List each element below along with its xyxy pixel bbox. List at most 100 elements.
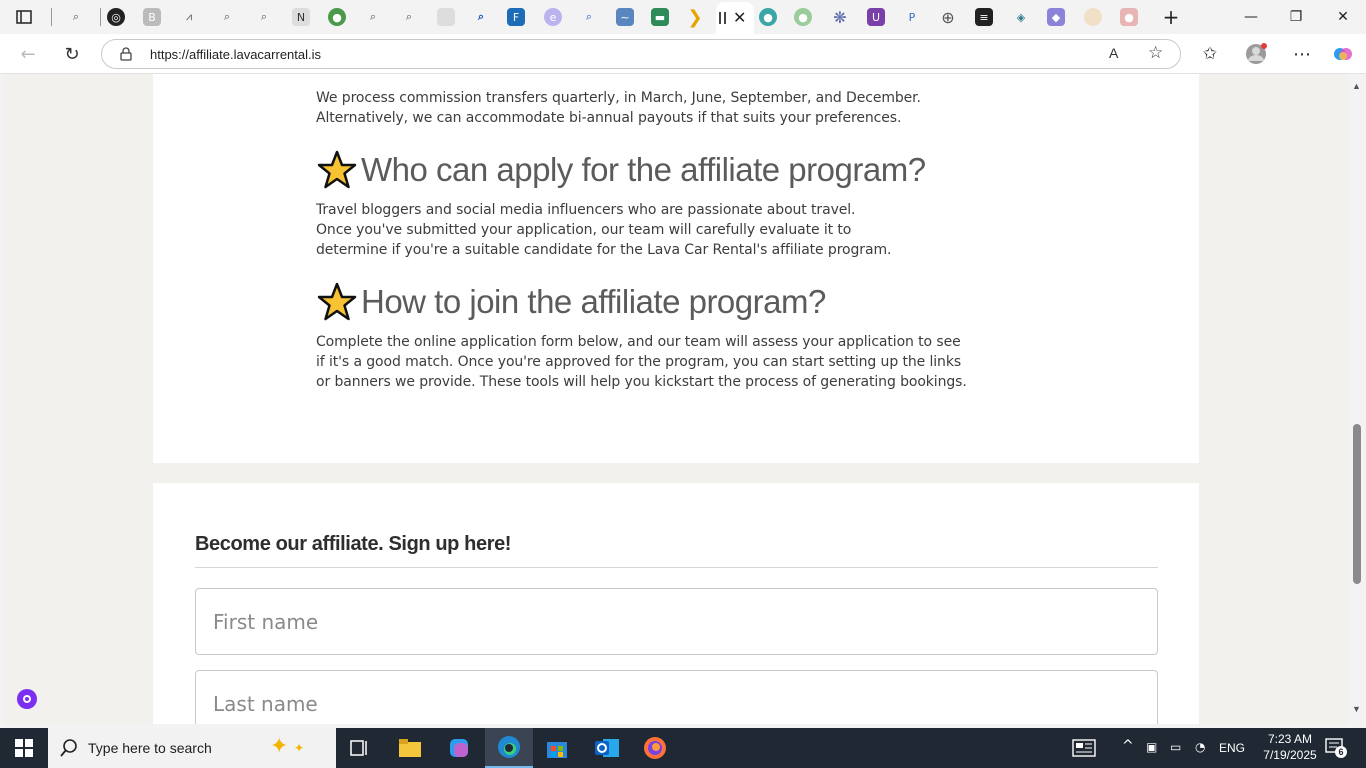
tab-icon[interactable]: ● (759, 8, 777, 26)
tab-separator (51, 8, 52, 26)
sparkle-icon: ✦ (294, 741, 305, 755)
menu-tab-icon[interactable]: ≡ (975, 8, 993, 26)
taskbar-search-placeholder: Type here to search (88, 740, 212, 756)
start-button[interactable] (0, 728, 48, 768)
signup-form-card: Become our affiliate. Sign up here! (153, 483, 1199, 724)
minimize-button[interactable]: — (1228, 6, 1274, 28)
star-icon (317, 150, 357, 189)
search-tab-icon[interactable]: ⌕ (67, 8, 85, 26)
favorites-icon[interactable]: ✩ (1198, 42, 1222, 66)
page-viewport: We process commission transfers quarterl… (4, 74, 1348, 724)
new-tab-button[interactable]: + (1162, 5, 1180, 29)
tab-favicon-placeholder (719, 12, 721, 24)
tab-icon[interactable]: ● (1120, 8, 1138, 26)
first-name-input[interactable] (196, 589, 1157, 654)
star-icon (317, 282, 357, 321)
tab-actions-icon[interactable] (15, 8, 33, 26)
scroll-up-arrow-icon[interactable]: ▲ (1352, 81, 1361, 91)
outlook-icon[interactable] (583, 728, 631, 768)
language-indicator[interactable]: ENG (1219, 741, 1245, 755)
who-heading-text: Who can apply for the affiliate program? (361, 151, 926, 188)
globe-tab-icon[interactable]: ⊕ (939, 8, 957, 27)
tab-icon[interactable] (1084, 8, 1102, 26)
lock-icon (120, 47, 132, 61)
firefox-icon[interactable] (631, 728, 679, 768)
last-name-field[interactable] (195, 670, 1158, 724)
who-can-apply-text: Travel bloggers and social media influen… (316, 202, 892, 258)
maps-tab-icon[interactable]: ● (328, 8, 346, 26)
page-scrollbar[interactable]: ▲ ▼ (1348, 74, 1366, 724)
tab-icon[interactable]: ◈ (1012, 8, 1030, 26)
first-name-field[interactable] (195, 588, 1158, 655)
sparkle-icon: ✦ (270, 734, 289, 759)
p-tab-icon[interactable]: P (903, 8, 921, 26)
tab-icon[interactable]: ◆ (1047, 8, 1065, 26)
close-tab-icon[interactable]: ✕ (733, 8, 746, 27)
tab-icon[interactable]: ● (794, 8, 812, 26)
u-tab-icon[interactable]: U (867, 8, 885, 26)
signup-title: Become our affiliate. Sign up here! (195, 533, 512, 555)
join-heading-text: How to join the affiliate program? (361, 283, 826, 320)
notification-count-badge: 6 (1335, 746, 1347, 758)
taskbar-search-box[interactable]: Type here to search ✦ ✦ (48, 728, 336, 768)
url-text: https://affiliate.lavacarrental.is (150, 47, 322, 62)
read-aloud-icon[interactable]: A (1109, 45, 1118, 61)
battery-icon[interactable]: ▭ (1170, 740, 1181, 754)
copilot-icon[interactable] (1331, 42, 1355, 66)
more-options-icon[interactable]: ⋯ (1290, 42, 1314, 66)
address-bar[interactable]: https://affiliate.lavacarrental.is A ☆ (101, 39, 1181, 69)
car-tab-icon[interactable]: ▬ (651, 8, 669, 26)
chat-widget-icon[interactable] (17, 689, 37, 709)
clock-time[interactable]: 7:23 AM (1255, 732, 1325, 746)
search-tab-icon[interactable]: ⌕ (218, 8, 236, 26)
task-view-icon[interactable] (336, 728, 384, 768)
favorite-star-icon[interactable]: ☆ (1148, 43, 1163, 63)
close-window-button[interactable]: ✕ (1320, 6, 1366, 28)
notifications-icon[interactable]: 6 (1325, 738, 1347, 758)
windows-icon (15, 739, 33, 757)
divider (195, 567, 1158, 568)
doc-tab-icon[interactable] (437, 8, 455, 26)
navigation-bar: ← ↻ https://affiliate.lavacarrental.is A… (0, 34, 1366, 74)
refresh-button[interactable]: ↻ (60, 42, 84, 66)
e-tab-icon[interactable]: e (544, 8, 562, 26)
how-to-join-heading: How to join the affiliate program? (317, 280, 826, 324)
show-hidden-icons-icon[interactable]: ^ (1122, 738, 1134, 754)
openai-tab-icon[interactable]: ◎ (107, 8, 125, 26)
meet-now-icon[interactable]: ▣ (1146, 740, 1157, 754)
how-to-join-text: Complete the online application form bel… (316, 334, 967, 390)
taskbar: Type here to search ✦ ✦ ^ ▣ ▭ ◔ ENG 7:23… (0, 728, 1366, 768)
xf-tab-icon[interactable]: F (507, 8, 525, 26)
search-tab-icon[interactable]: ⌕ (364, 8, 382, 26)
back-button[interactable]: ← (16, 42, 40, 66)
payout-text: We process commission transfers quarterl… (316, 90, 921, 126)
clock-date[interactable]: 7/19/2025 (1255, 748, 1325, 762)
chart-tab-icon[interactable]: ⩘ (180, 8, 198, 26)
file-explorer-icon[interactable] (386, 728, 434, 768)
tab-favicon-placeholder (724, 12, 726, 24)
fish-tab-icon[interactable]: ~ (616, 8, 634, 26)
tab-separator (100, 8, 101, 26)
n-tab-icon[interactable]: N (292, 8, 310, 26)
wifi-icon[interactable]: ◔ (1195, 740, 1205, 754)
news-widget-icon[interactable] (1072, 739, 1096, 760)
search-tab-icon[interactable]: ⌕ (255, 8, 273, 26)
store-icon[interactable] (533, 728, 581, 768)
last-name-input[interactable] (196, 671, 1157, 724)
faq-card: We process commission transfers quarterl… (153, 74, 1199, 463)
b-tab-icon[interactable]: B (143, 8, 161, 26)
search-tab-icon[interactable]: ⌕ (472, 8, 490, 26)
search-tab-icon[interactable]: ⌕ (400, 8, 418, 26)
restore-button[interactable]: ❐ (1273, 6, 1319, 28)
edge-browser-icon[interactable] (485, 728, 533, 768)
scroll-down-arrow-icon[interactable]: ▼ (1352, 704, 1361, 714)
profile-avatar[interactable] (1244, 42, 1268, 66)
chevron-tab-icon[interactable]: ❯ (686, 7, 704, 28)
search-tab-icon[interactable]: ⌕ (580, 8, 598, 26)
search-icon (60, 739, 77, 757)
who-can-apply-heading: Who can apply for the affiliate program? (317, 148, 926, 192)
scrollbar-thumb[interactable] (1353, 424, 1361, 584)
settings-tab-icon[interactable]: ❋ (831, 8, 849, 27)
active-tab[interactable]: ✕ (716, 2, 754, 34)
copilot-app-icon[interactable] (435, 728, 483, 768)
